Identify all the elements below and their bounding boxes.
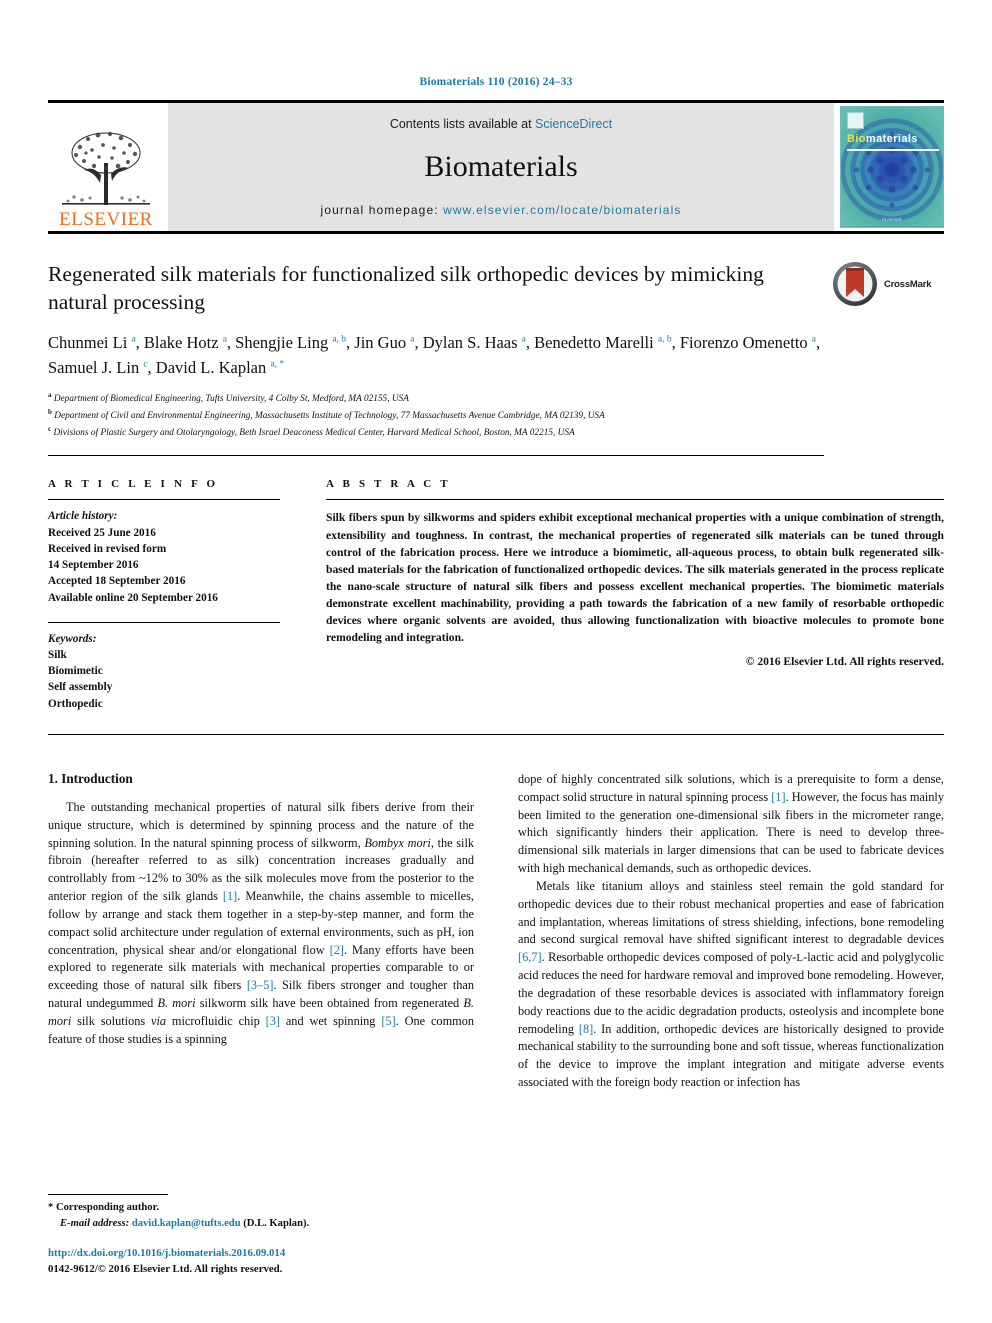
abstract-copyright: © 2016 Elsevier Ltd. All rights reserved… — [745, 654, 944, 668]
affiliation-text: Department of Biomedical Engineering, Tu… — [53, 394, 409, 405]
email-suffix: (D.L. Kaplan). — [240, 1217, 310, 1229]
history-line: Available online 20 September 2016 — [48, 591, 218, 604]
keywords-label: Keywords: — [48, 632, 97, 645]
affiliation-mark: a — [48, 391, 52, 400]
crossmark-label: CrossMark — [884, 278, 932, 290]
affiliation-list: a Department of Biomedical Engineering, … — [48, 390, 824, 441]
body-column-right: dope of highly concentrated silk solutio… — [518, 771, 944, 1092]
title-divider — [48, 455, 824, 457]
body-column-left: 1. Introduction The outstanding mechanic… — [48, 771, 474, 1092]
journal-title: Biomaterials — [424, 150, 578, 183]
section-heading-introduction: 1. Introduction — [48, 770, 133, 786]
info-abstract-block: A R T I C L E I N F O Article history: R… — [48, 478, 944, 712]
article-history-label: Article history: — [48, 510, 118, 523]
journal-masthead: ELSEVIER Contents lists available at Sci… — [48, 100, 944, 234]
contents-prefix: Contents lists available at — [389, 117, 536, 131]
doi-link[interactable]: http://dx.doi.org/10.1016/j.biomaterials… — [48, 1245, 444, 1261]
affiliation-item: b Department of Civil and Environmental … — [48, 407, 824, 424]
homepage-prefix: journal homepage: — [320, 203, 444, 217]
keywords-divider — [48, 621, 280, 623]
masthead-center: Contents lists available at ScienceDirec… — [168, 103, 834, 231]
cover-title: Biomaterials — [847, 133, 918, 145]
journal-homepage-line: journal homepage: www.elsevier.com/locat… — [321, 203, 682, 217]
affiliation-item: c Divisions of Plastic Surgery and Otola… — [48, 424, 824, 441]
email-link[interactable]: david.kaplan@tufts.edu — [132, 1218, 241, 1229]
issn-copyright: 0142-9612/© 2016 Elsevier Ltd. All right… — [48, 1262, 283, 1275]
body-columns: 1. Introduction The outstanding mechanic… — [48, 771, 944, 1092]
sciencedirect-link[interactable]: ScienceDirect — [535, 117, 612, 131]
keyword-item: Self assembly — [48, 681, 113, 694]
page-footnote: * Corresponding author. E-mail address: … — [48, 1193, 444, 1277]
cover-title-first: Bio — [847, 133, 866, 145]
affiliation-mark: b — [48, 408, 52, 417]
elsevier-tree-icon — [62, 131, 150, 205]
article-info-heading: A R T I C L E I N F O — [48, 478, 219, 491]
history-line: Accepted 18 September 2016 — [48, 575, 186, 588]
keyword-item: Biomimetic — [48, 665, 103, 678]
history-line: Received 25 June 2016 — [48, 526, 156, 539]
email-note: E-mail address: david.kaplan@tufts.edu (… — [48, 1216, 444, 1232]
contents-available-line: Contents lists available at ScienceDirec… — [390, 117, 612, 131]
running-head: Biomaterials 110 (2016) 24–33 — [419, 76, 573, 88]
abstract-column: A B S T R A C T Silk fibers spun by silk… — [326, 478, 944, 712]
elsevier-wordmark: ELSEVIER — [59, 209, 153, 230]
body-paragraph: dope of highly concentrated silk solutio… — [518, 771, 944, 876]
footnote-divider — [48, 1193, 168, 1195]
body-paragraph: Metals like titanium alloys and stainles… — [518, 878, 945, 1090]
affiliation-text: Divisions of Plastic Surgery and Otolary… — [53, 428, 575, 439]
keyword-item: Silk — [48, 648, 67, 661]
cover-footer: ELSEVIER — [882, 217, 902, 222]
abstract-heading: A B S T R A C T — [326, 478, 451, 491]
page-title: Regenerated silk materials for functiona… — [48, 262, 764, 315]
article-info-column: A R T I C L E I N F O Article history: R… — [48, 478, 280, 712]
email-label: E-mail address: — [60, 1217, 130, 1229]
corresponding-author-note: * Corresponding author. — [48, 1201, 159, 1213]
elsevier-logo: ELSEVIER — [48, 103, 164, 231]
affiliation-text: Department of Civil and Environmental En… — [54, 411, 605, 422]
cover-publisher-badge — [847, 112, 864, 129]
affiliation-mark: c — [48, 425, 52, 434]
article-history: Article history: Received 25 June 2016 R… — [48, 508, 280, 605]
cover-title-rest: materials — [865, 133, 918, 145]
keyword-item: Orthopedic — [48, 697, 103, 710]
crossmark-badge[interactable]: CrossMark — [832, 260, 942, 308]
body-paragraph: The outstanding mechanical properties of… — [48, 799, 475, 1046]
journal-homepage-link[interactable]: www.elsevier.com/locate/biomaterials — [443, 203, 681, 217]
author-list: Chunmei Li a, Blake Hotz a, Shengjie Lin… — [48, 332, 821, 377]
article-info-divider — [48, 499, 280, 501]
keywords-block: Keywords: Silk Biomimetic Self assembly … — [48, 631, 280, 712]
history-line: 14 September 2016 — [48, 559, 139, 572]
abstract-divider — [326, 499, 944, 501]
crossmark-icon — [833, 262, 877, 306]
affiliation-item: a Department of Biomedical Engineering, … — [48, 390, 824, 407]
abstract-bottom-divider — [48, 733, 944, 735]
paper-page: Biomaterials 110 (2016) 24–33 ELSEVIER C… — [0, 0, 992, 1323]
cover-divider — [847, 149, 939, 151]
history-line: Received in revised form — [48, 542, 167, 555]
journal-cover-thumbnail: Biomaterials ELSEVIER — [840, 106, 944, 228]
abstract-text: Silk fibers spun by silkworms and spider… — [326, 511, 944, 645]
title-block: Regenerated silk materials for functiona… — [48, 260, 944, 457]
